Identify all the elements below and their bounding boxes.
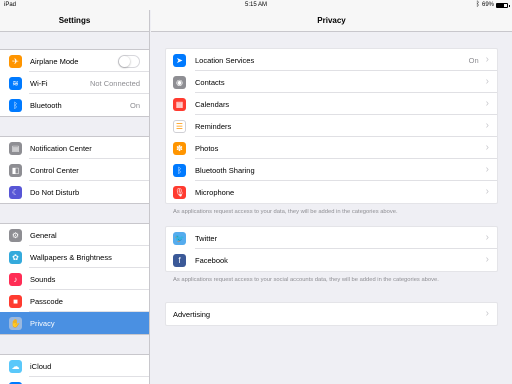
row-wi-fi[interactable]: ≋ Wi-Fi Not Connected	[0, 72, 149, 94]
advertising-row[interactable]: Advertising ›	[166, 303, 497, 325]
row-passcode[interactable]: ■ Passcode	[0, 290, 149, 312]
sidebar-group: ✈ Airplane Mode ≋ Wi-Fi Not Connected ᛒ Blueto…	[0, 49, 149, 117]
row-label: General	[30, 230, 57, 240]
row-bluetooth[interactable]: ᛒ Bluetooth On	[0, 94, 149, 116]
row-facebook[interactable]: f Facebook ›	[166, 249, 497, 271]
row-label: Microphone	[195, 187, 235, 197]
row-mail-contacts-calendars[interactable]: ✉Mail, Contacts, Calendars	[0, 377, 149, 384]
row-value: On	[468, 55, 479, 65]
apps-footnote: As applications request access to your d…	[173, 209, 398, 215]
row-airplane-mode[interactable]: ✈ Airplane Mode	[0, 50, 149, 72]
status-time: 5:15 AM	[244, 2, 267, 8]
hand-icon: ✋	[9, 316, 22, 330]
chevron-right-icon: ›	[485, 142, 489, 153]
row-privacy[interactable]: ✋ Privacy	[0, 312, 149, 334]
notification-center-icon: ▤	[9, 141, 22, 155]
gear-icon: ⚙	[9, 228, 22, 242]
wifi-icon: ≋	[9, 76, 22, 90]
bluetooth-icon: ᛒ	[173, 163, 186, 177]
bluetooth-icon: ᛒ	[9, 98, 22, 112]
reminders-icon: ☰	[173, 119, 186, 133]
location-arrow-icon: ➤	[173, 53, 186, 67]
status-bar: iPad 5:15 AM ᛒ 69%	[0, 0, 512, 10]
twitter-icon: 🐦	[173, 231, 186, 245]
row-icloud[interactable]: ☁ iCloud	[0, 355, 149, 377]
row-label: Wallpapers & Brightness	[30, 252, 112, 262]
wallpaper-icon: ✿	[9, 250, 22, 264]
row-microphone[interactable]: 🎙 Microphone ›	[166, 181, 497, 203]
moon-icon: ☾	[9, 185, 22, 199]
chevron-right-icon: ›	[485, 308, 489, 319]
row-control-center[interactable]: ◧ Control Center	[0, 159, 149, 181]
social-footnote: As applications request access to your s…	[173, 277, 439, 283]
contacts-icon: ◉	[173, 75, 186, 89]
row-label: Passcode	[30, 296, 63, 306]
row-label: Privacy	[30, 318, 55, 328]
row-label: Notification Center	[30, 143, 92, 153]
apps-group: ➤ Location Services On › ◉ Contacts › ▦ Calendar…	[165, 48, 498, 204]
social-group: 🐦 Twitter › f Facebook ›	[165, 226, 498, 272]
row-label: Photos	[195, 143, 219, 153]
chevron-right-icon: ›	[485, 164, 489, 175]
row-label: Airplane Mode	[30, 56, 79, 66]
row-wallpapers-brightness[interactable]: ✿ Wallpapers & Brightness	[0, 246, 149, 268]
row-location-services[interactable]: ➤ Location Services On ›	[166, 49, 497, 71]
status-right: ᛒ 69%	[475, 0, 510, 10]
row-label: Control Center	[30, 165, 79, 175]
battery-percent: 69%	[481, 2, 494, 8]
row-bluetooth-sharing[interactable]: ᛒ Bluetooth Sharing ›	[166, 159, 497, 181]
chevron-right-icon: ›	[485, 54, 489, 65]
bluetooth-status-icon: ᛒ	[475, 1, 480, 8]
airplane-mode-toggle[interactable]	[118, 54, 140, 68]
battery-icon	[496, 2, 510, 8]
row-reminders[interactable]: ☰ Reminders ›	[166, 115, 497, 137]
chevron-right-icon: ›	[485, 120, 489, 131]
sidebar-group: ⚙ General ✿ Wallpapers & Brightness ♪ Sounds ■…	[0, 223, 149, 335]
row-label: Twitter	[195, 233, 218, 243]
row-photos[interactable]: ✽ Photos ›	[166, 137, 497, 159]
chevron-right-icon: ›	[485, 186, 489, 197]
row-label: iCloud	[30, 361, 52, 371]
chevron-right-icon: ›	[485, 98, 489, 109]
advertising-group: Advertising ›	[165, 302, 498, 326]
lock-icon: ■	[9, 294, 22, 308]
row-value: Not Connected	[89, 78, 140, 88]
row-label: Do Not Disturb	[30, 187, 80, 197]
sidebar-group: ☁ iCloud ✉Mail, Contacts, Calendars	[0, 354, 149, 384]
sidebar-groups: ✈ Airplane Mode ≋ Wi-Fi Not Connected ᛒ Blueto…	[0, 49, 149, 384]
row-notification-center[interactable]: ▤ Notification Center	[0, 137, 149, 159]
microphone-icon: 🎙	[173, 185, 186, 199]
row-label: Bluetooth	[30, 100, 62, 110]
chevron-right-icon: ›	[485, 76, 489, 87]
row-sounds[interactable]: ♪ Sounds	[0, 268, 149, 290]
chevron-right-icon: ›	[485, 254, 489, 265]
row-general[interactable]: ⚙ General	[0, 224, 149, 246]
row-label: Location Services	[195, 55, 255, 65]
row-contacts[interactable]: ◉ Contacts ›	[166, 71, 497, 93]
control-center-icon: ◧	[9, 163, 22, 177]
sidebar-group: ▤ Notification Center ◧ Control Center ☾ Do N…	[0, 136, 149, 204]
settings-sidebar: Settings ✈ Airplane Mode ≋ Wi-Fi Not Connect…	[0, 0, 150, 384]
airplane-icon: ✈	[9, 54, 22, 68]
privacy-pane: Privacy ➤ Location Services On › ◉ Contacts › ▦…	[151, 0, 512, 384]
row-label: Contacts	[195, 77, 225, 87]
calendar-icon: ▦	[173, 97, 186, 111]
speaker-icon: ♪	[9, 272, 22, 286]
row-calendars[interactable]: ▦ Calendars ›	[166, 93, 497, 115]
row-label: Facebook	[195, 255, 228, 265]
facebook-icon: f	[173, 253, 186, 267]
row-label: Reminders	[195, 121, 232, 131]
row-twitter[interactable]: 🐦 Twitter ›	[166, 227, 497, 249]
cloud-icon: ☁	[9, 359, 22, 373]
row-label: Calendars	[195, 99, 230, 109]
chevron-right-icon: ›	[485, 232, 489, 243]
row-label: Wi-Fi	[30, 78, 48, 88]
row-label: Bluetooth Sharing	[195, 165, 255, 175]
advertising-label: Advertising	[173, 309, 211, 319]
row-do-not-disturb[interactable]: ☾ Do Not Disturb	[0, 181, 149, 203]
photos-icon: ✽	[173, 141, 186, 155]
row-label: Sounds	[30, 274, 56, 284]
row-value: On	[129, 100, 140, 110]
